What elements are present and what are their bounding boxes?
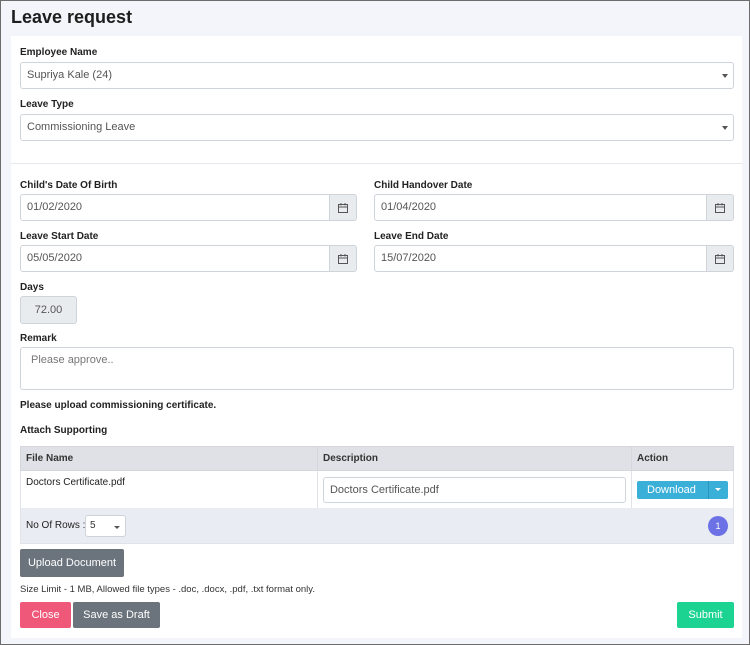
chevron-down-icon[interactable] <box>715 487 721 491</box>
page-title: Leave request <box>11 7 133 27</box>
employee-name-value: Supriya Kale (24) <box>27 69 112 81</box>
child-handover-label: Child Handover Date <box>374 180 473 191</box>
leave-start-input[interactable]: 05/05/2020 <box>20 245 330 272</box>
action-cell: Download <box>631 470 734 509</box>
child-dob-calendar-button[interactable] <box>330 194 357 221</box>
size-limit-note: Size Limit - 1 MB, Allowed file types - … <box>20 584 315 595</box>
child-handover-field: 01/04/2020 <box>374 194 734 221</box>
section-divider <box>11 163 742 164</box>
child-handover-calendar-button[interactable] <box>707 194 734 221</box>
attachments-table: File Name Description Action Doctors Cer… <box>20 446 734 509</box>
column-header-file-name: File Name <box>20 446 318 471</box>
chevron-down-icon <box>722 126 728 130</box>
download-label: Download <box>647 483 696 496</box>
button-separator <box>708 480 709 499</box>
column-header-action: Action <box>631 446 734 471</box>
leave-type-select[interactable]: Commissioning Leave <box>20 114 734 141</box>
leave-start-calendar-button[interactable] <box>330 245 357 272</box>
upload-instruction: Please upload commissioning certificate. <box>20 400 217 411</box>
leave-end-input[interactable]: 15/07/2020 <box>374 245 707 272</box>
table-header-row: File Name Description Action <box>20 446 734 471</box>
leave-end-label: Leave End Date <box>374 231 449 242</box>
table-pagination: No Of Rows : 5 1 <box>20 508 734 544</box>
rows-per-page-value: 5 <box>90 520 96 531</box>
calendar-icon <box>715 203 725 213</box>
column-header-description: Description <box>316 446 633 471</box>
description-cell: Doctors Certificate.pdf <box>316 470 633 509</box>
attach-supporting-label: Attach Supporting <box>20 425 108 436</box>
leave-start-field: 05/05/2020 <box>20 245 357 272</box>
child-handover-input[interactable]: 01/04/2020 <box>374 194 707 221</box>
remark-textarea[interactable]: Please approve.. <box>20 347 734 390</box>
table-row: Doctors Certificate.pdf Doctors Certific… <box>20 470 734 509</box>
close-button[interactable]: Close <box>20 602 71 628</box>
leave-request-form: Employee Name Supriya Kale (24) Leave Ty… <box>11 36 742 638</box>
remark-label: Remark <box>20 333 57 344</box>
child-dob-label: Child's Date Of Birth <box>20 180 118 191</box>
calendar-icon <box>338 254 348 264</box>
child-dob-field: 01/02/2020 <box>20 194 357 221</box>
days-label: Days <box>20 282 44 293</box>
upload-document-button[interactable]: Upload Document <box>20 549 124 577</box>
leave-end-field: 15/07/2020 <box>374 245 734 272</box>
description-input[interactable]: Doctors Certificate.pdf <box>322 476 626 503</box>
page-number-button[interactable]: 1 <box>708 516 728 536</box>
leave-start-label: Leave Start Date <box>20 231 99 242</box>
submit-button[interactable]: Submit <box>677 602 734 628</box>
child-dob-input[interactable]: 01/02/2020 <box>20 194 330 221</box>
rows-per-page-select[interactable]: 5 <box>85 515 126 537</box>
leave-type-label: Leave Type <box>20 99 74 110</box>
leave-end-calendar-button[interactable] <box>707 245 734 272</box>
chevron-down-icon <box>722 74 728 78</box>
download-button[interactable]: Download <box>637 480 728 499</box>
save-as-draft-button[interactable]: Save as Draft <box>73 602 160 628</box>
leave-type-value: Commissioning Leave <box>27 121 136 133</box>
days-value-field: 72.00 <box>20 296 77 324</box>
employee-name-select[interactable]: Supriya Kale (24) <box>20 62 734 89</box>
employee-name-label: Employee Name <box>20 47 98 58</box>
calendar-icon <box>338 203 348 213</box>
rows-per-page-label: No Of Rows : <box>26 520 86 531</box>
calendar-icon <box>715 254 725 264</box>
file-name-cell: Doctors Certificate.pdf <box>20 470 318 509</box>
chevron-down-icon <box>114 526 120 529</box>
window-frame: Leave request Employee Name Supriya Kale… <box>0 0 750 645</box>
